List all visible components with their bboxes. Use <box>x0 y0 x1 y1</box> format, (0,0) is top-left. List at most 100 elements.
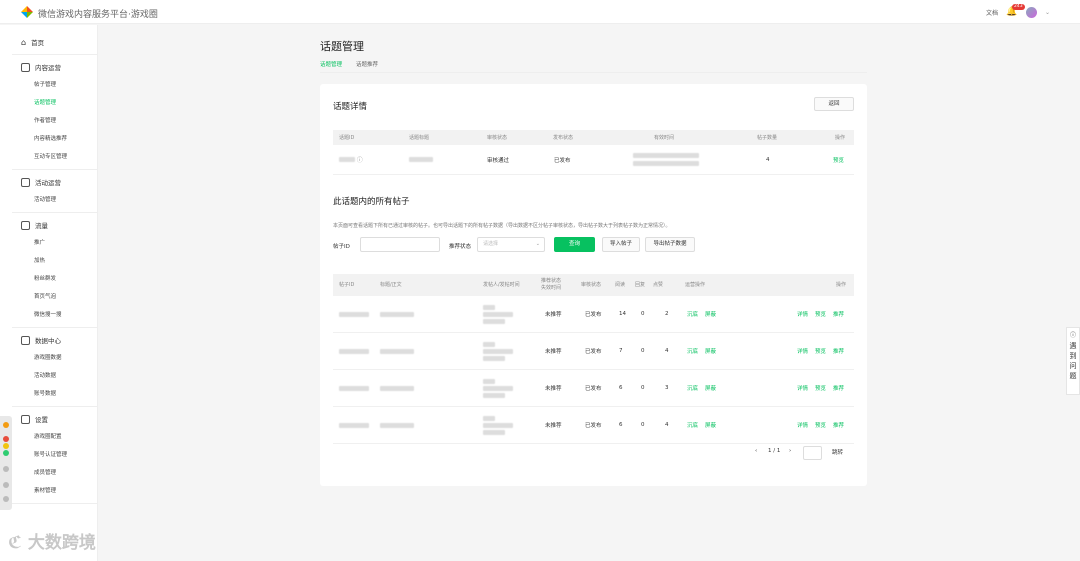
post-id-input[interactable] <box>360 237 440 252</box>
sidebar-section-0[interactable]: 内容运营 <box>0 58 97 76</box>
rec-status-select[interactable]: 请选择 ⌄ <box>477 237 545 252</box>
prev-page-icon[interactable]: ‹ <box>755 448 757 454</box>
sidebar-item[interactable]: 话题管理 <box>0 94 97 112</box>
posts-col: 审核状态 <box>581 281 602 288</box>
action-link[interactable]: 预览 <box>815 296 826 332</box>
help-text: 遇到问题 <box>1069 342 1077 380</box>
posts-col: 点赞 <box>653 281 664 288</box>
like-count: 3 <box>665 385 669 391</box>
action-link[interactable]: 推荐 <box>833 370 844 406</box>
detail-table-header: 话题ID 话题标题 审核状态 发布状态 有效时间 帖子数量 操作 <box>333 130 854 145</box>
op-link[interactable]: 屏蔽 <box>705 370 716 406</box>
table-row: ⓘ 审核通过 已发布 4 预览 <box>333 145 854 175</box>
audit-status: 已发布 <box>585 349 602 355</box>
rec-status: 未推荐 <box>545 423 562 429</box>
back-button[interactable]: 返回 <box>814 97 854 111</box>
action-link[interactable]: 详情 <box>797 370 808 406</box>
sidebar-item[interactable]: 账号认证管理 <box>0 446 97 464</box>
sidebar-item[interactable]: 活动管理 <box>0 191 97 209</box>
sidebar-item[interactable]: 成员管理 <box>0 464 97 482</box>
import-posts-button[interactable]: 导入帖子 <box>602 237 640 252</box>
left-dock[interactable] <box>0 416 12 510</box>
sidebar-item[interactable]: 首页气泡 <box>0 288 97 306</box>
grid-icon <box>21 177 30 187</box>
rec-status: 未推荐 <box>545 349 562 355</box>
sidebar-section-label: 设置 <box>35 416 48 424</box>
chart-icon <box>21 335 30 345</box>
posts-col: 回复 <box>635 281 646 288</box>
audit-status: 已发布 <box>585 423 602 429</box>
sidebar-item[interactable]: 互动专区管理 <box>0 148 97 166</box>
col-audit: 审核状态 <box>487 135 508 141</box>
chevron-down-icon[interactable]: ⌄ <box>1045 9 1050 16</box>
sidebar-item[interactable]: 游戏圈配置 <box>0 428 97 446</box>
sidebar-item[interactable]: 作者管理 <box>0 112 97 130</box>
sidebar-item[interactable]: 帖子管理 <box>0 76 97 94</box>
rec-status-label: 推荐状态 <box>449 244 472 250</box>
posts-col: 推荐状态 失效时间 <box>541 278 562 291</box>
query-button[interactable]: 查询 <box>554 237 595 252</box>
sidebar-section-4[interactable]: 设置 <box>0 410 97 428</box>
page-jump-input[interactable] <box>803 446 822 460</box>
sidebar-item[interactable]: 微信搜一搜 <box>0 306 97 324</box>
reply-count: 0 <box>641 348 645 354</box>
gear-icon <box>21 414 30 424</box>
app-title: 微信游戏内容服务平台·游戏圈 <box>38 10 158 20</box>
posts-table-header: 帖子ID 标题/正文 发帖人/发帖时间 推荐状态 失效时间 审核状态 阅读 回复 点赞 运营操作… <box>333 274 854 296</box>
sidebar-item[interactable]: 推广 <box>0 234 97 252</box>
read-count: 6 <box>619 385 623 391</box>
next-page-icon[interactable]: › <box>789 448 791 454</box>
watermark-logo: ℭ 大数跨境 <box>8 528 96 553</box>
sidebar-section-1[interactable]: 活动运营 <box>0 173 97 191</box>
sidebar-item[interactable]: 账号数据 <box>0 385 97 403</box>
sidebar-item[interactable]: 内容精选推荐 <box>0 130 97 148</box>
rec-status-placeholder: 请选择 <box>483 241 499 247</box>
sidebar-item[interactable]: 游戏圈数据 <box>0 349 97 367</box>
detail-publish-status: 已发布 <box>554 157 571 164</box>
action-link[interactable]: 详情 <box>797 296 808 332</box>
op-link[interactable]: 屏蔽 <box>705 333 716 369</box>
action-link[interactable]: 推荐 <box>833 333 844 369</box>
bell-icon[interactable]: 🔔 243 <box>1006 4 1025 18</box>
sidebar-item[interactable]: 素材管理 <box>0 482 97 500</box>
op-link[interactable]: 沉底 <box>687 407 698 443</box>
read-count: 6 <box>619 422 623 428</box>
sidebar-section-3[interactable]: 数据中心 <box>0 331 97 349</box>
audit-status: 已发布 <box>585 386 602 392</box>
op-link[interactable]: 沉底 <box>687 296 698 332</box>
action-link[interactable]: 推荐 <box>833 407 844 443</box>
op-link[interactable]: 沉底 <box>687 333 698 369</box>
posts-col: 帖子ID <box>339 281 355 288</box>
op-link[interactable]: 屏蔽 <box>705 407 716 443</box>
logo-icon <box>21 6 33 18</box>
reply-count: 0 <box>641 385 645 391</box>
sidebar-section-2[interactable]: 流量 <box>0 216 97 234</box>
sidebar-item[interactable]: 粉丝群发 <box>0 270 97 288</box>
jump-button[interactable]: 跳转 <box>832 448 843 456</box>
sidebar-item-home[interactable]: ⌂ 首页 <box>0 33 97 51</box>
watermark-text: 大数跨境 <box>27 533 96 553</box>
detail-post-count: 4 <box>766 156 770 163</box>
op-link[interactable]: 屏蔽 <box>705 296 716 332</box>
sidebar-home-label: 首页 <box>31 39 45 47</box>
avatar[interactable] <box>1025 6 1037 18</box>
action-link[interactable]: 预览 <box>815 407 826 443</box>
preview-link[interactable]: 预览 <box>833 145 844 174</box>
action-link[interactable]: 详情 <box>797 333 808 369</box>
sidebar-item[interactable]: 活动数据 <box>0 367 97 385</box>
export-posts-button[interactable]: 导出帖子数据 <box>645 237 695 252</box>
rec-status: 未推荐 <box>545 312 562 318</box>
table-row: 未推荐 已发布 6 0 4 沉底 屏蔽 详情 预览 推荐 <box>333 407 854 444</box>
action-link[interactable]: 预览 <box>815 333 826 369</box>
help-float[interactable]: ⓘ 遇到问题 <box>1066 327 1080 395</box>
action-link[interactable]: 预览 <box>815 370 826 406</box>
sidebar-section-label: 内容运营 <box>35 64 61 72</box>
sidebar-item[interactable]: 加热 <box>0 252 97 270</box>
action-link[interactable]: 推荐 <box>833 296 844 332</box>
op-link[interactable]: 沉底 <box>687 370 698 406</box>
docs-link[interactable]: 文档 <box>986 8 998 17</box>
read-count: 7 <box>619 348 623 354</box>
help-icon[interactable]: ⓘ <box>357 145 363 174</box>
sidebar-section-label: 数据中心 <box>35 337 61 345</box>
action-link[interactable]: 详情 <box>797 407 808 443</box>
